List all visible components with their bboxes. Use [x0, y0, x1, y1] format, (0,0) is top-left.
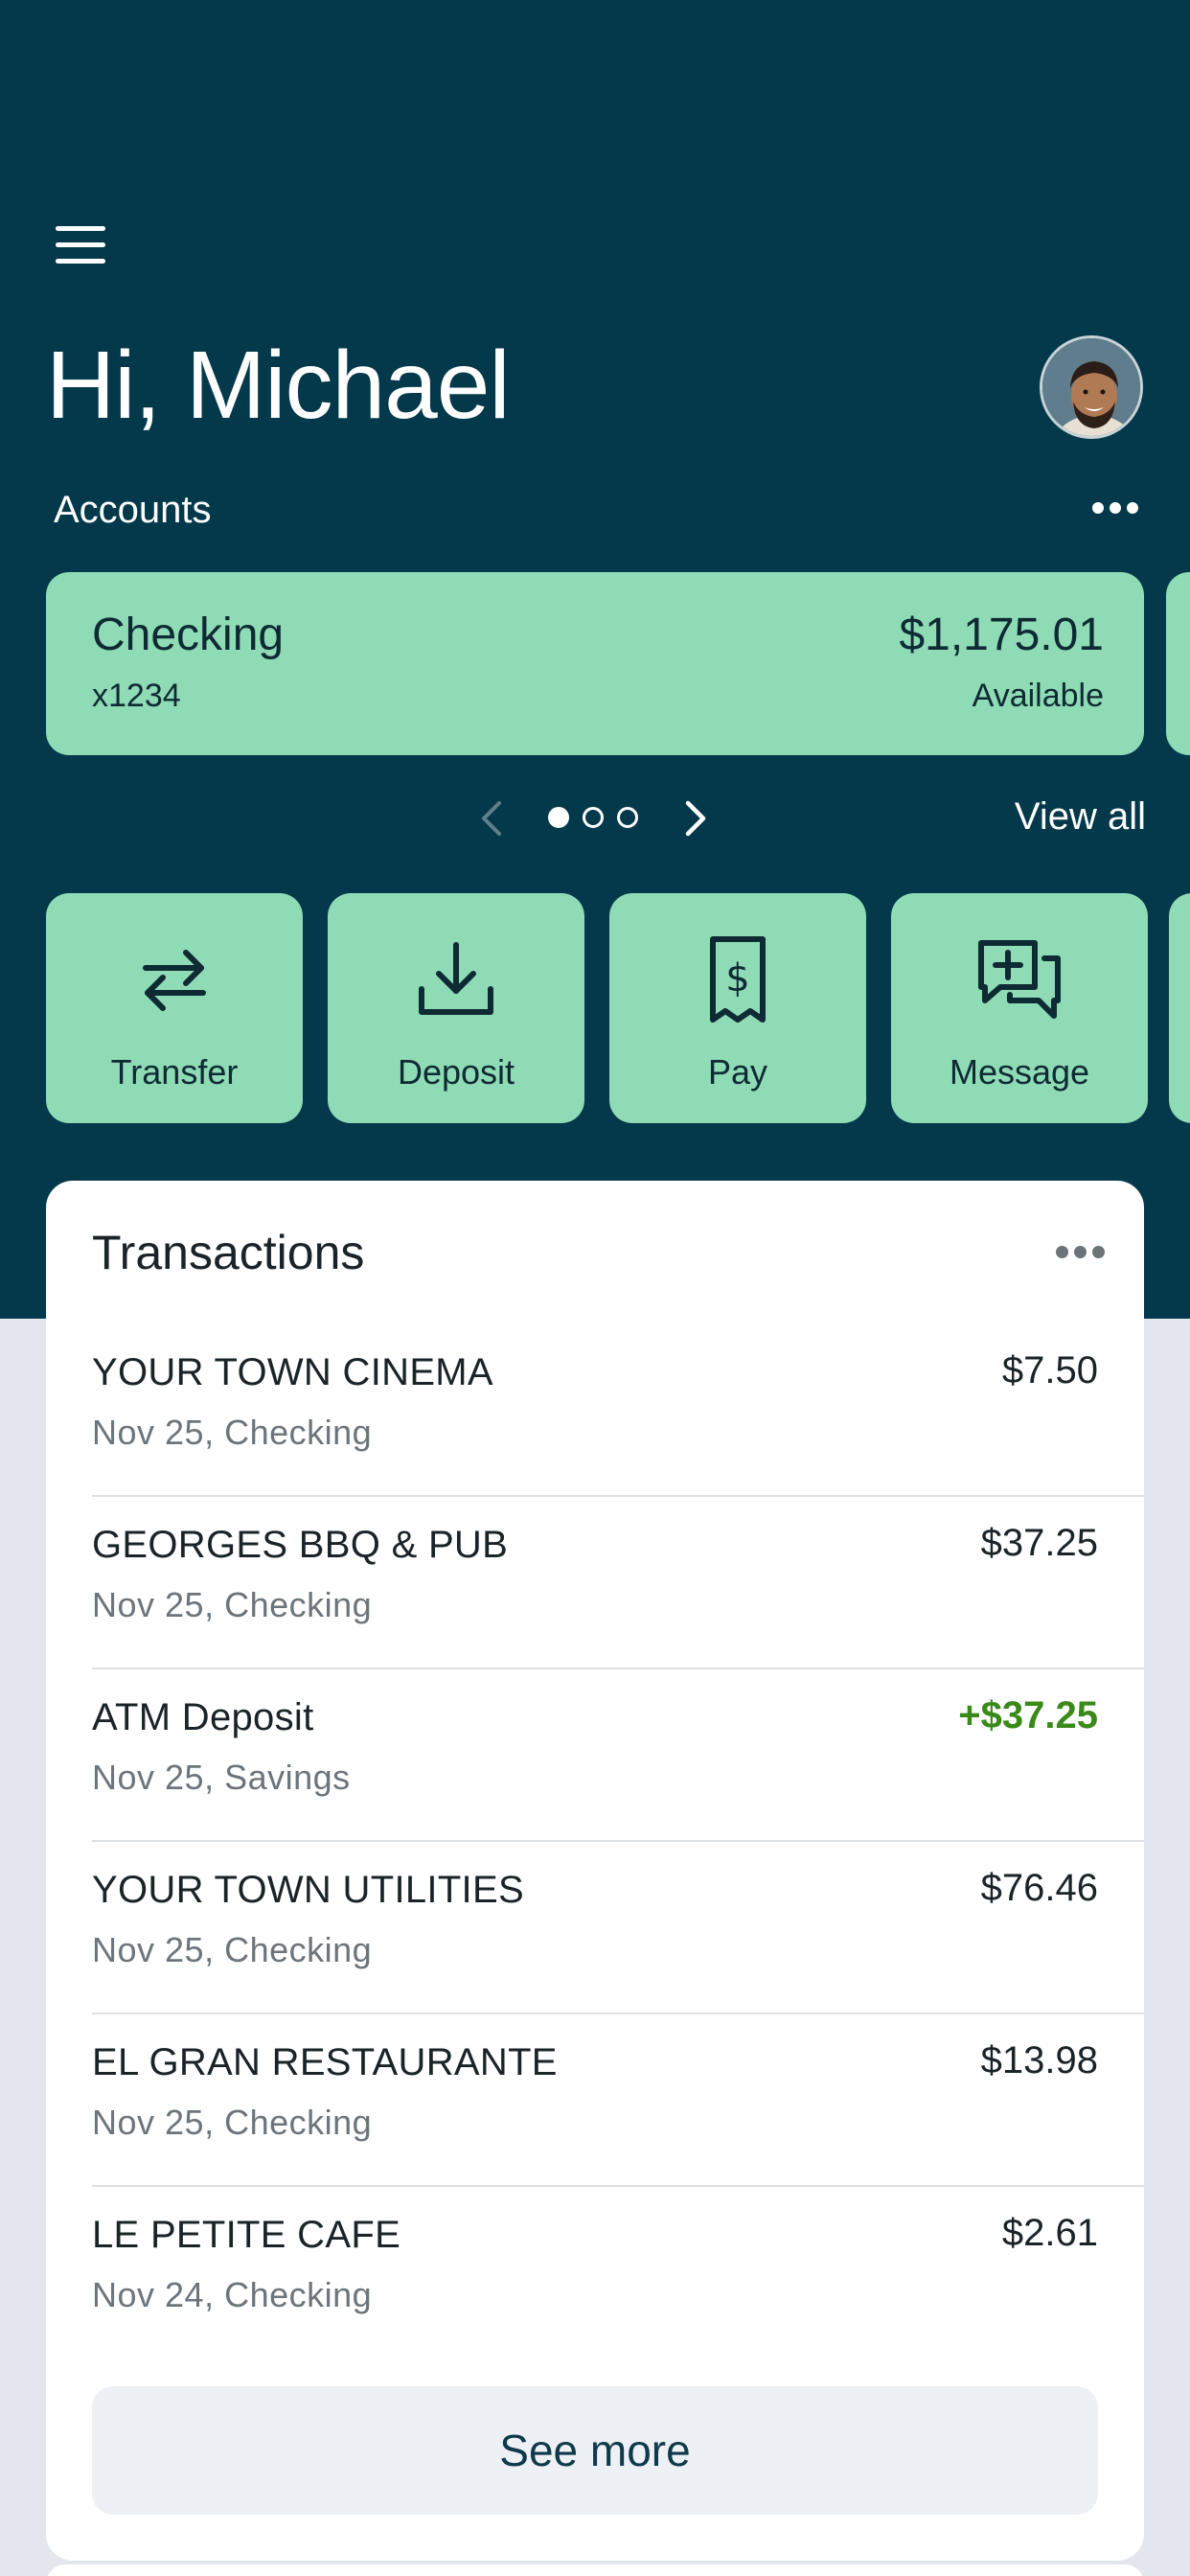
pay-label: Pay	[707, 1052, 768, 1092]
accounts-more-icon[interactable]	[1092, 502, 1138, 514]
next-account-card-peek[interactable]	[1166, 572, 1190, 755]
pay-button[interactable]: $ Pay	[609, 893, 866, 1123]
transfer-label: Transfer	[110, 1052, 239, 1092]
transaction-merchant: YOUR TOWN CINEMA	[92, 1351, 493, 1393]
transaction-row[interactable]: GEORGES BBQ & PUB Nov 25, Checking $37.2…	[92, 1497, 1144, 1669]
next-card-peek	[46, 2564, 1144, 2576]
svg-text:$: $	[725, 956, 749, 1000]
transaction-merchant: YOUR TOWN UTILITIES	[92, 1869, 524, 1911]
account-name: Checking	[92, 610, 285, 660]
account-balance-label: Available	[972, 678, 1104, 714]
transaction-row[interactable]: LE PETITE CAFE Nov 24, Checking $2.61	[92, 2187, 1144, 2359]
message-icon	[972, 932, 1067, 1027]
transaction-row[interactable]: ATM Deposit Nov 25, Savings +$37.25	[92, 1669, 1144, 1842]
transaction-merchant: ATM Deposit	[92, 1696, 314, 1738]
transaction-amount: $2.61	[1001, 2212, 1098, 2254]
transactions-title: Transactions	[92, 1226, 365, 1279]
transaction-meta: Nov 24, Checking	[92, 2275, 373, 2314]
transaction-row[interactable]: YOUR TOWN UTILITIES Nov 25, Checking $76…	[92, 1842, 1144, 2014]
pay-bill-icon: $	[690, 932, 786, 1027]
transfer-icon	[126, 932, 222, 1027]
transaction-merchant: LE PETITE CAFE	[92, 2214, 401, 2256]
pager-dot[interactable]	[583, 807, 604, 828]
transaction-amount: $13.98	[980, 2039, 1098, 2082]
chevron-right-icon[interactable]	[678, 797, 713, 840]
transaction-meta: Nov 25, Checking	[92, 2103, 373, 2142]
next-action-tile-peek[interactable]	[1169, 893, 1190, 1123]
transaction-amount: $7.50	[1001, 1349, 1098, 1392]
transaction-amount-credit: +$37.25	[958, 1694, 1098, 1736]
deposit-icon	[408, 932, 504, 1027]
chevron-left-icon[interactable]	[474, 797, 509, 840]
deposit-label: Deposit	[397, 1052, 515, 1092]
carousel-pager	[548, 807, 638, 828]
pager-dot-active[interactable]	[548, 807, 569, 828]
hamburger-menu-icon[interactable]	[56, 226, 105, 264]
deposit-button[interactable]: Deposit	[328, 893, 584, 1123]
view-all-link[interactable]: View all	[1015, 795, 1146, 839]
transactions-card: Transactions YOUR TOWN CINEMA Nov 25, Ch…	[46, 1181, 1144, 2561]
avatar[interactable]	[1040, 335, 1143, 439]
transaction-amount: $76.46	[980, 1867, 1098, 1909]
account-balance: $1,175.01	[899, 610, 1104, 660]
transaction-row[interactable]: EL GRAN RESTAURANTE Nov 25, Checking $13…	[92, 2014, 1144, 2187]
account-number: x1234	[92, 678, 181, 714]
accounts-label: Accounts	[54, 489, 212, 531]
see-more-button[interactable]: See more	[92, 2386, 1098, 2515]
transaction-merchant: EL GRAN RESTAURANTE	[92, 2041, 558, 2083]
message-button[interactable]: Message	[891, 893, 1148, 1123]
banking-home-screen: Hi, Michael Accounts Checking x1234 $1,1…	[0, 0, 1190, 2576]
transaction-amount: $37.25	[980, 1522, 1098, 1564]
message-label: Message	[949, 1052, 1090, 1092]
transaction-meta: Nov 25, Savings	[92, 1758, 351, 1797]
transfer-button[interactable]: Transfer	[46, 893, 303, 1123]
transaction-meta: Nov 25, Checking	[92, 1413, 373, 1452]
transaction-merchant: GEORGES BBQ & PUB	[92, 1524, 509, 1566]
transaction-meta: Nov 25, Checking	[92, 1930, 373, 1969]
transactions-more-icon[interactable]	[1056, 1246, 1105, 1258]
pager-dot[interactable]	[617, 807, 638, 828]
transaction-row[interactable]: YOUR TOWN CINEMA Nov 25, Checking $7.50	[92, 1324, 1144, 1497]
transaction-meta: Nov 25, Checking	[92, 1585, 373, 1624]
greeting-title: Hi, Michael	[46, 332, 511, 439]
account-card-checking[interactable]: Checking x1234 $1,175.01 Available	[46, 572, 1144, 755]
